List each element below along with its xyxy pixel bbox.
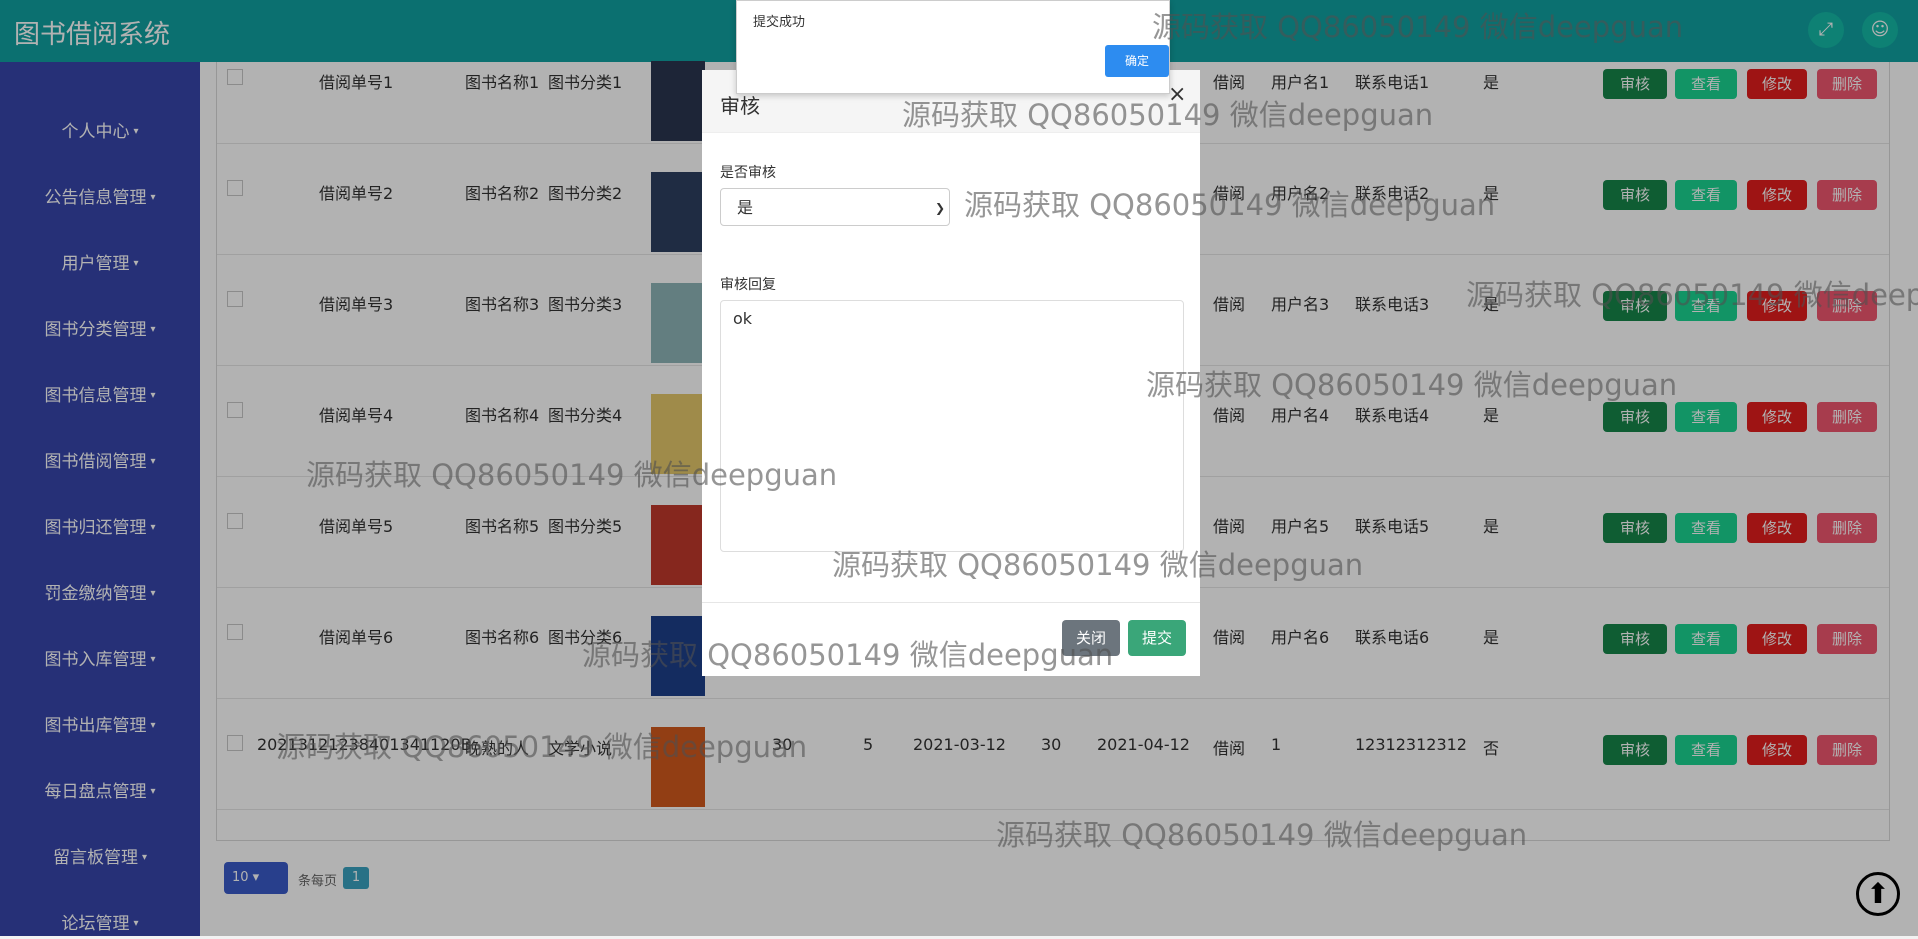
audit-label: 是否审核 [720,165,776,181]
watermark: 源码获取 QQ86050149 微信deepguan [582,638,1114,672]
audit-select-value: 是 [737,198,754,217]
watermark: 源码获取 QQ86050149 微信deepguan [964,188,1496,222]
watermark: 源码获取 QQ86050149 微信deepguan [902,98,1434,132]
watermark: 源码获取 QQ86050149 微信deepguan [306,458,838,492]
audit-modal: 审核 × 是否审核 是 ❯ 审核回复 ok 关闭 提交 [702,70,1200,676]
watermark: 源码获取 QQ86050149 微信deepguan [276,730,808,764]
watermark: 源码获取 QQ86050149 微信deepguan [1152,10,1684,44]
alert-message: 提交成功 [753,15,806,30]
chevron-down-icon: ❯ [934,201,945,215]
watermark: 源码获取 QQ86050149 微信deepguan [1146,368,1678,402]
reply-label: 审核回复 [720,277,776,293]
reply-textarea[interactable]: ok [720,300,1184,552]
watermark: 源码获取 QQ86050149 微信deepguan [1466,278,1918,312]
success-alert: 提交成功 确定 [736,0,1170,94]
submit-button[interactable]: 提交 [1128,620,1186,656]
watermark: 源码获取 QQ86050149 微信deepguan [996,818,1528,852]
alert-ok-button[interactable]: 确定 [1105,45,1169,77]
modal-divider [702,602,1200,603]
modal-title: 审核 [720,94,760,118]
watermark: 源码获取 QQ86050149 微信deepguan [832,548,1364,582]
audit-select[interactable]: 是 ❯ [720,188,950,226]
